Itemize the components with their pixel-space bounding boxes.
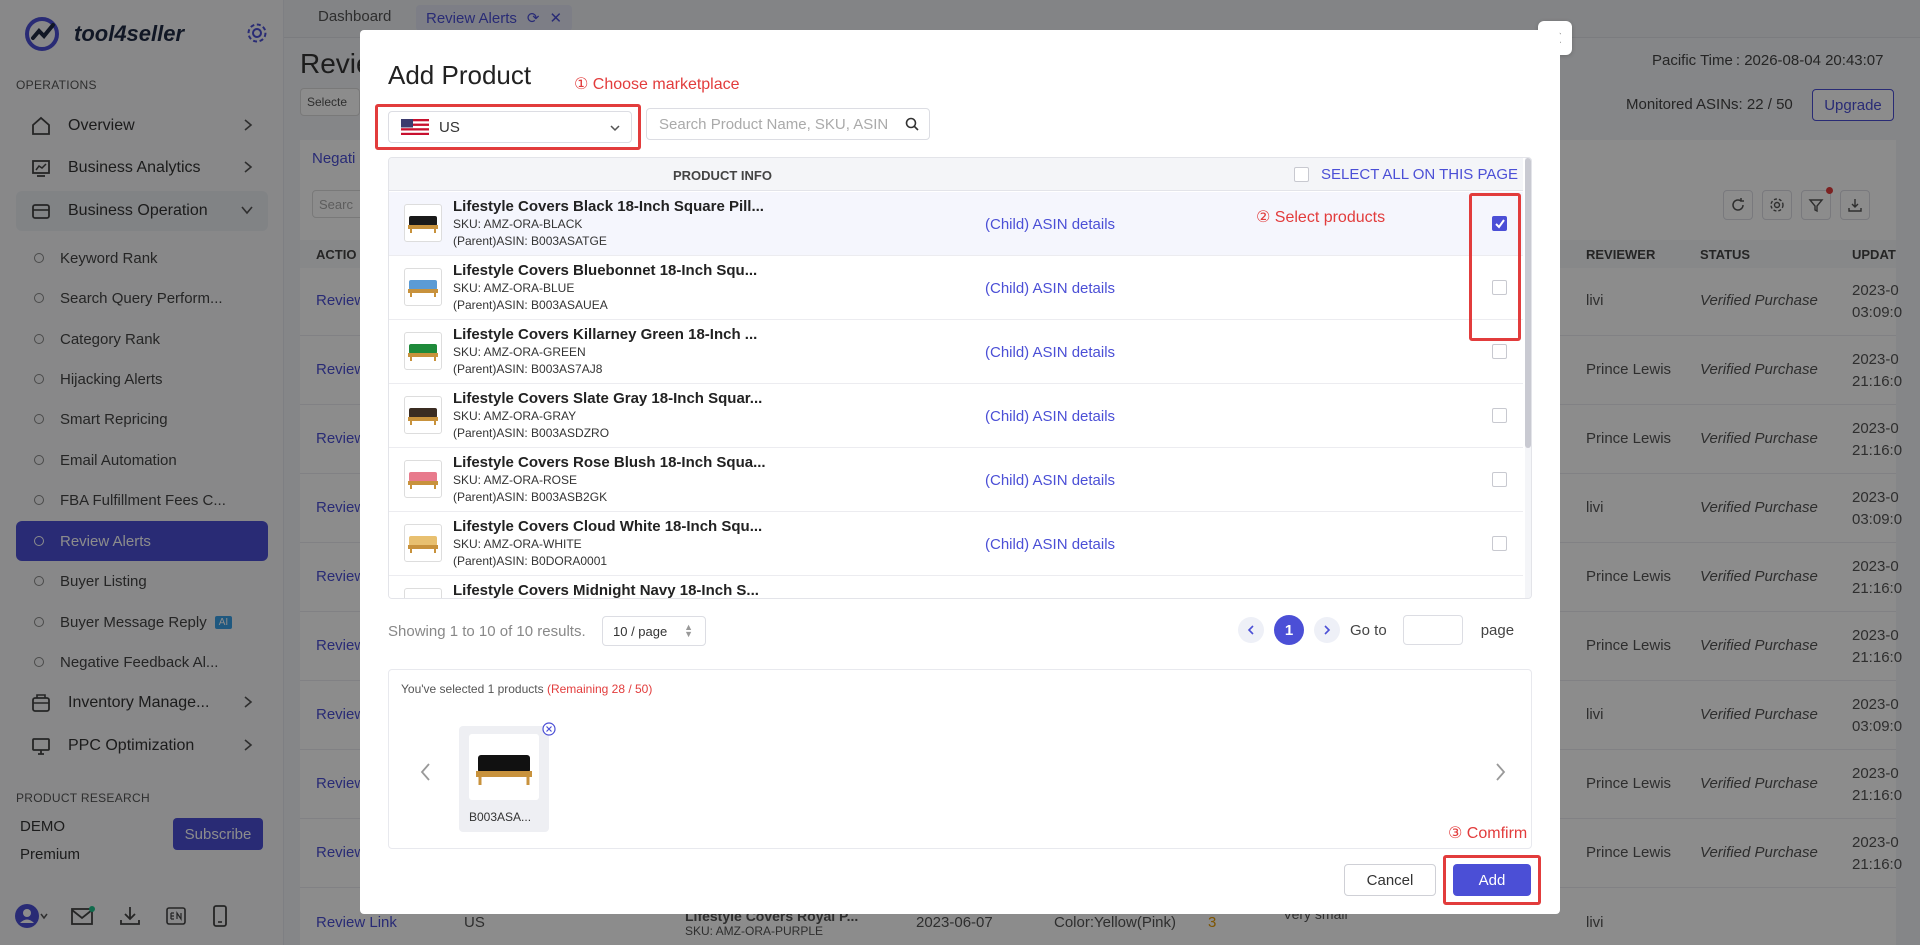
product-sku: SKU: AMZ-ORA-BLACK bbox=[453, 217, 583, 231]
goto-page-input[interactable] bbox=[1402, 615, 1463, 645]
product-thumbnail bbox=[404, 204, 442, 242]
product-asin: (Parent)ASIN: B003ASDZRO bbox=[453, 426, 610, 440]
product-row[interactable]: Lifestyle Covers Bluebonnet 18-Inch Squ.… bbox=[389, 256, 1523, 320]
child-asin-details-link[interactable]: (Child) ASIN details bbox=[985, 280, 1115, 297]
page-size-value: 10 / page bbox=[613, 623, 668, 639]
marketplace-value: US bbox=[439, 118, 460, 136]
remaining-count: (Remaining 28 / 50) bbox=[546, 682, 653, 696]
page-label: page bbox=[1480, 621, 1515, 639]
product-checkbox[interactable] bbox=[1492, 536, 1507, 551]
product-search-input[interactable]: Search Product Name, SKU, ASIN bbox=[646, 108, 930, 140]
cancel-button[interactable]: Cancel bbox=[1344, 864, 1436, 896]
product-name: Lifestyle Covers Black 18-Inch Square Pi… bbox=[453, 198, 764, 215]
product-search-placeholder: Search Product Name, SKU, ASIN bbox=[659, 115, 889, 133]
page-size-select[interactable]: 10 / page ▲ ▼ bbox=[602, 616, 706, 646]
remove-selected-icon[interactable] bbox=[542, 722, 556, 739]
product-row[interactable]: Lifestyle Covers Killarney Green 18-Inch… bbox=[389, 320, 1523, 384]
product-checkbox[interactable] bbox=[1492, 408, 1507, 423]
vertical-scrollbar[interactable] bbox=[1525, 158, 1531, 598]
product-name: Lifestyle Covers Rose Blush 18-Inch Squa… bbox=[453, 454, 766, 471]
pagination: 1 Go to page bbox=[1238, 615, 1514, 645]
product-row[interactable]: Lifestyle Covers Rose Blush 18-Inch Squa… bbox=[389, 448, 1523, 512]
child-asin-details-link[interactable]: (Child) ASIN details bbox=[985, 408, 1115, 425]
product-thumbnail bbox=[404, 268, 442, 306]
highlight-box-checkboxes bbox=[1469, 193, 1521, 341]
select-all-box[interactable] bbox=[1294, 167, 1309, 182]
product-sku: SKU: AMZ-ORA-WHITE bbox=[453, 537, 582, 551]
carousel-prev-icon[interactable] bbox=[419, 762, 433, 785]
us-flag-icon bbox=[401, 119, 429, 135]
product-checkbox[interactable] bbox=[1492, 344, 1507, 359]
results-summary: Showing 1 to 10 of 10 results. bbox=[388, 623, 586, 640]
product-row[interactable]: Lifestyle Covers Midnight Navy 18-Inch S… bbox=[389, 576, 1523, 599]
selected-products-panel: You've selected 1 products (Remaining 28… bbox=[388, 669, 1532, 849]
product-name: Lifestyle Covers Killarney Green 18-Inch… bbox=[453, 326, 758, 343]
selected-count: You've selected 1 products bbox=[401, 682, 544, 696]
product-asin: (Parent)ASIN: B0DORA0001 bbox=[453, 554, 608, 568]
product-thumbnail bbox=[404, 524, 442, 562]
annotation-choose-marketplace: ① Choose marketplace bbox=[574, 76, 740, 93]
child-asin-details-link[interactable]: (Child) ASIN details bbox=[985, 216, 1115, 233]
product-name: Lifestyle Covers Cloud White 18-Inch Squ… bbox=[453, 518, 763, 535]
select-all-checkbox[interactable]: SELECT ALL ON THIS PAGE bbox=[1294, 166, 1518, 183]
marketplace-select[interactable]: US bbox=[388, 111, 632, 143]
product-row[interactable]: Lifestyle Covers Slate Gray 18-Inch Squa… bbox=[389, 384, 1523, 448]
child-asin-details-link[interactable]: (Child) ASIN details bbox=[985, 344, 1115, 361]
product-checkbox[interactable] bbox=[1492, 472, 1507, 487]
product-table-header: PRODUCT INFO SELECT ALL ON THIS PAGE bbox=[389, 158, 1523, 191]
selected-summary: You've selected 1 products (Remaining 28… bbox=[401, 682, 652, 696]
child-asin-details-link[interactable]: (Child) ASIN details bbox=[985, 536, 1115, 553]
carousel-next-icon[interactable] bbox=[1493, 762, 1507, 785]
product-asin: (Parent)ASIN: B003AS7AJ8 bbox=[453, 362, 603, 376]
product-name: Lifestyle Covers Bluebonnet 18-Inch Squ.… bbox=[453, 262, 758, 279]
product-thumbnail bbox=[404, 396, 442, 434]
add-product-modal: Add Product ① Choose marketplace US Sear… bbox=[360, 30, 1560, 914]
col-product-info: PRODUCT INFO bbox=[673, 168, 772, 183]
product-thumbnail bbox=[404, 332, 442, 370]
product-thumbnail bbox=[404, 460, 442, 498]
child-asin-details-link[interactable]: (Child) ASIN details bbox=[985, 472, 1115, 489]
product-sku: SKU: AMZ-ORA-GRAY bbox=[453, 409, 577, 423]
product-name: Lifestyle Covers Slate Gray 18-Inch Squa… bbox=[453, 390, 763, 407]
sort-arrows-icon: ▲ ▼ bbox=[684, 622, 693, 639]
goto-label: Go to bbox=[1350, 621, 1387, 639]
next-page-button[interactable] bbox=[1314, 617, 1340, 643]
product-row[interactable]: Lifestyle Covers Cloud White 18-Inch Squ… bbox=[389, 512, 1523, 576]
annotation-confirm: ③ Comfirm bbox=[1448, 825, 1528, 842]
product-asin: (Parent)ASIN: B003ASB2GK bbox=[453, 490, 608, 504]
add-button[interactable]: Add bbox=[1453, 864, 1531, 896]
selected-product-image bbox=[469, 734, 539, 800]
product-name: Lifestyle Covers Midnight Navy 18-Inch S… bbox=[453, 582, 759, 599]
scrollbar-thumb[interactable] bbox=[1525, 158, 1531, 448]
product-sku: SKU: AMZ-ORA-BLUE bbox=[453, 281, 575, 295]
product-asin: (Parent)ASIN: B003ASAUEA bbox=[453, 298, 608, 312]
chevron-down-icon bbox=[609, 121, 621, 138]
modal-title: Add Product bbox=[388, 60, 532, 90]
product-sku: SKU: AMZ-ORA-ROSE bbox=[453, 473, 578, 487]
select-all-label: SELECT ALL ON THIS PAGE bbox=[1321, 166, 1519, 183]
selected-product-card: B003ASA... bbox=[459, 726, 549, 832]
product-thumbnail bbox=[404, 588, 442, 598]
selected-product-label: B003ASA... bbox=[469, 810, 532, 824]
product-asin: (Parent)ASIN: B003ASATGE bbox=[453, 234, 607, 248]
annotation-select-products: ② Select products bbox=[1256, 209, 1386, 226]
search-icon[interactable] bbox=[905, 117, 919, 135]
product-sku: SKU: AMZ-ORA-GREEN bbox=[453, 345, 586, 359]
prev-page-button[interactable] bbox=[1238, 617, 1264, 643]
page-number-current[interactable]: 1 bbox=[1274, 615, 1304, 645]
